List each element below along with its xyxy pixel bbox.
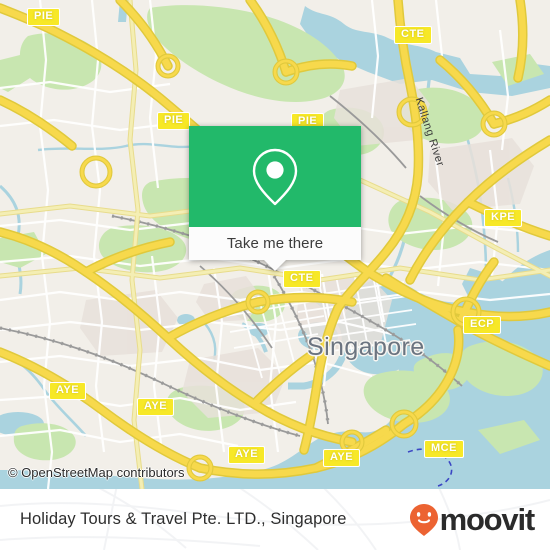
highway-shield-pie[interactable]: PIE <box>27 8 61 26</box>
highway-shield-cte[interactable]: CTE <box>394 26 432 44</box>
popup-icon-area <box>189 126 361 227</box>
moovit-smiley-pin-icon <box>409 503 438 536</box>
take-me-there-button[interactable]: Take me there <box>189 227 361 260</box>
highway-shield-kpe[interactable]: KPE <box>484 209 523 227</box>
highway-shield-ecp[interactable]: ECP <box>463 316 502 334</box>
take-me-there-label: Take me there <box>226 235 324 252</box>
highway-shield-pie[interactable]: PIE <box>157 112 191 130</box>
highway-shield-aye[interactable]: AYE <box>49 382 87 400</box>
osm-attribution[interactable]: © OpenStreetMap contributors <box>8 465 185 480</box>
map-city-label: Singapore <box>307 333 425 361</box>
popup-pointer-tail <box>264 260 286 271</box>
location-popup[interactable]: Take me there <box>189 126 361 271</box>
highway-shield-aye[interactable]: AYE <box>137 398 175 416</box>
highway-shield-mce[interactable]: MCE <box>424 440 464 458</box>
place-title: Holiday Tours & Travel Pte. LTD., Singap… <box>20 510 347 528</box>
moovit-logo[interactable]: moovit <box>409 502 536 537</box>
highway-shield-cte[interactable]: CTE <box>283 270 321 288</box>
highway-shield-aye[interactable]: AYE <box>323 449 361 467</box>
highway-shield-aye[interactable]: AYE <box>228 446 266 464</box>
map-canvas[interactable]: Singapore Kallang River PIE PIE PIE CTE … <box>0 0 550 489</box>
moovit-map-share-card: Singapore Kallang River PIE PIE PIE CTE … <box>0 0 550 550</box>
moovit-wordmark: moovit <box>439 502 536 537</box>
map-pin-icon <box>252 148 298 205</box>
footer-bar: Holiday Tours & Travel Pte. LTD., Singap… <box>0 489 550 550</box>
